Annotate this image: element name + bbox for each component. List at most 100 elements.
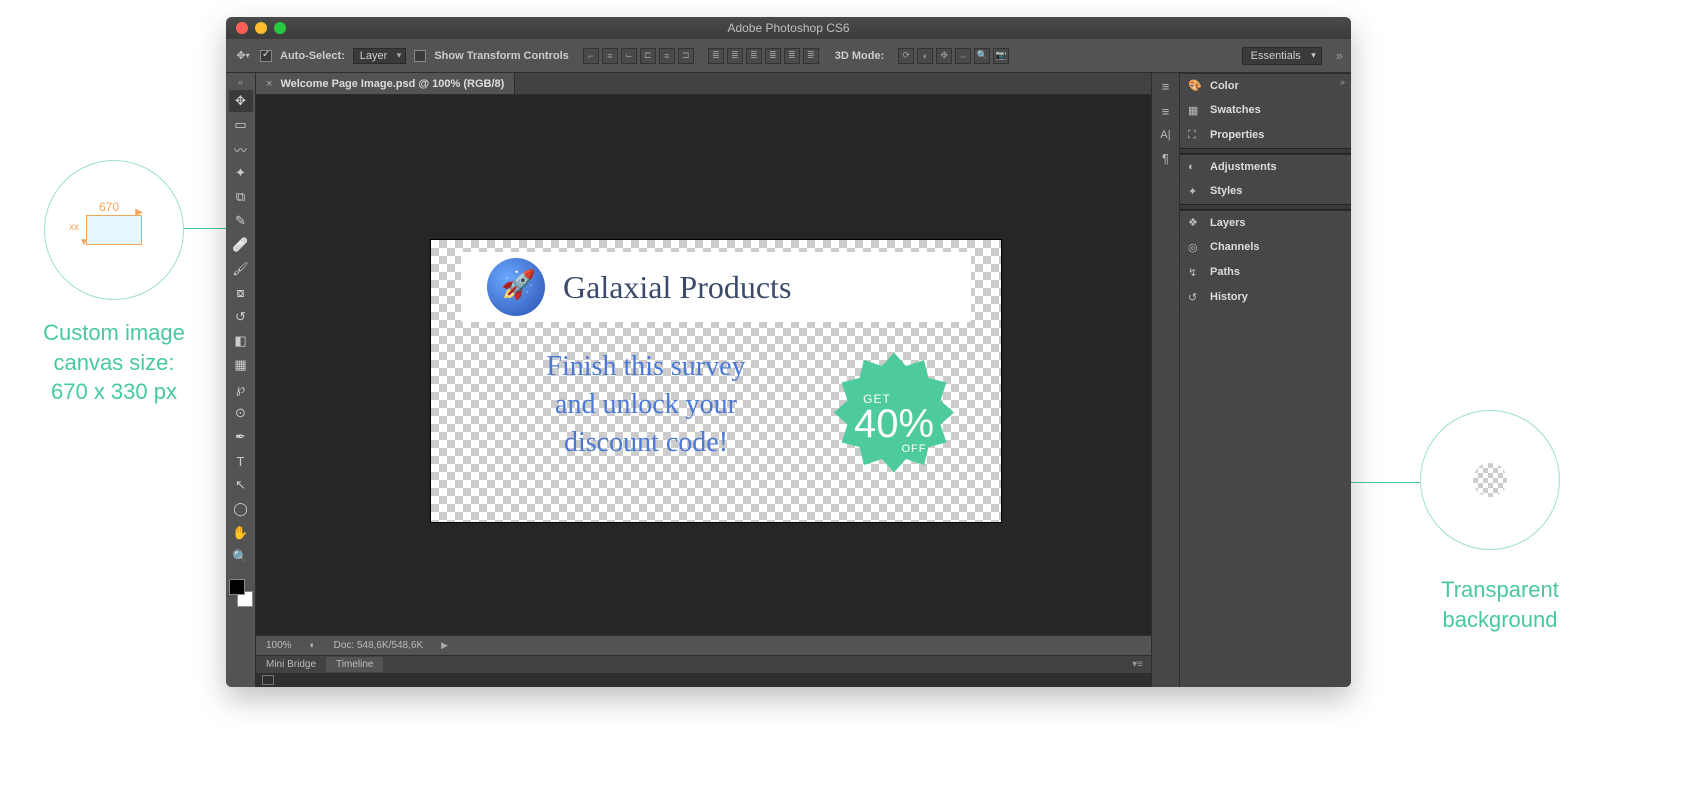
auto-select-target-dropdown[interactable]: Layer bbox=[353, 48, 407, 64]
panel-styles[interactable]: ✦ Styles bbox=[1180, 179, 1351, 204]
workspace-dropdown[interactable]: Essentials bbox=[1242, 47, 1322, 65]
move-tool[interactable]: ✥ bbox=[229, 90, 253, 112]
lasso-tool[interactable]: 〰 bbox=[229, 138, 253, 160]
options-bar: ✥▾ Auto-Select: Layer Show Transform Con… bbox=[226, 39, 1351, 73]
badge-off: OFF bbox=[902, 443, 927, 455]
exposure-icon[interactable]: ◐ bbox=[310, 640, 316, 651]
path-selection-tool[interactable]: ↖ bbox=[229, 474, 253, 496]
panel-channels[interactable]: ◎ Channels bbox=[1180, 235, 1351, 260]
mode3d-slide-icon[interactable]: ⇔ bbox=[955, 48, 971, 64]
panel-history[interactable]: ↺ History bbox=[1180, 285, 1351, 310]
tab-mini-bridge[interactable]: Mini Bridge bbox=[256, 657, 326, 672]
dist-left-icon[interactable]: ≣ bbox=[765, 48, 781, 64]
dist-hcenter-icon[interactable]: ≣ bbox=[784, 48, 800, 64]
align-top-icon[interactable]: ⌐ bbox=[583, 48, 599, 64]
clone-stamp-tool[interactable]: ⧇ bbox=[229, 282, 253, 304]
crop-tool[interactable]: ⧉ bbox=[229, 186, 253, 208]
align-hcenter-icon[interactable]: ≡ bbox=[659, 48, 675, 64]
mode3d-camera-icon[interactable]: 📷 bbox=[993, 48, 1009, 64]
annotation-circle-size: 670 xx ▶ ▼ bbox=[44, 160, 184, 300]
eyedropper-tool[interactable]: ✎ bbox=[229, 210, 253, 232]
dist-vcenter-icon[interactable]: ≣ bbox=[727, 48, 743, 64]
collapsed-panel-1-icon[interactable]: ≡ bbox=[1162, 79, 1170, 94]
align-left-icon[interactable]: ⊏ bbox=[640, 48, 656, 64]
show-transform-checkbox[interactable] bbox=[414, 50, 426, 62]
photoshop-window: Adobe Photoshop CS6 ✥▾ Auto-Select: Laye… bbox=[226, 17, 1351, 687]
mode3d-orbit-icon[interactable]: ⟳ bbox=[898, 48, 914, 64]
panel-color[interactable]: 🎨 Color bbox=[1180, 73, 1351, 98]
canvas-survey-text: Finish this survey and unlock your disco… bbox=[491, 348, 801, 461]
mode3d-pan-icon[interactable]: ✥ bbox=[936, 48, 952, 64]
auto-select-label: Auto-Select: bbox=[280, 50, 345, 62]
auto-select-checkbox[interactable] bbox=[260, 50, 272, 62]
panel-adjustments[interactable]: ◐ Adjustments bbox=[1180, 154, 1351, 179]
color-panel-icon: 🎨 bbox=[1188, 79, 1202, 92]
panel-layers[interactable]: ❖ Layers bbox=[1180, 210, 1351, 235]
collapse-panels-icon[interactable]: » bbox=[1336, 48, 1343, 63]
checker-swatch-icon bbox=[1473, 463, 1507, 497]
foreground-color-swatch[interactable] bbox=[229, 579, 245, 595]
panel-dock-collapse-icon[interactable]: » bbox=[1340, 77, 1345, 87]
align-bottom-icon[interactable]: ⌙ bbox=[621, 48, 637, 64]
move-tool-indicator-icon[interactable]: ✥▾ bbox=[234, 47, 252, 65]
align-vcenter-icon[interactable]: ≡ bbox=[602, 48, 618, 64]
marquee-tool[interactable]: ▭ bbox=[229, 114, 253, 136]
panel-swatches[interactable]: ▦ Swatches bbox=[1180, 98, 1351, 123]
doc-size-label[interactable]: Doc: 548,6K/548,6K bbox=[334, 640, 424, 651]
panel-paths[interactable]: ↯ Paths bbox=[1180, 260, 1351, 285]
pen-tool[interactable]: ✒ bbox=[229, 426, 253, 448]
panel-properties[interactable]: ⛶ Properties bbox=[1180, 123, 1351, 148]
eraser-tool[interactable]: ◧ bbox=[229, 330, 253, 352]
status-disclosure-icon[interactable]: ▶ bbox=[441, 640, 448, 651]
document-canvas[interactable]: Galaxial Products Finish this survey and… bbox=[431, 240, 1001, 522]
tab-timeline[interactable]: Timeline bbox=[326, 657, 383, 672]
distribute-buttons-group: ≣ ≣ ≣ ≣ ≣ ≣ bbox=[708, 48, 819, 64]
brush-tool[interactable]: 🖌 bbox=[229, 258, 253, 280]
screen-mode-icon[interactable] bbox=[262, 675, 274, 685]
collapsed-panel-char-icon[interactable]: A| bbox=[1160, 129, 1170, 141]
zoom-level[interactable]: 100% bbox=[266, 640, 292, 651]
dist-top-icon[interactable]: ≣ bbox=[708, 48, 724, 64]
dist-right-icon[interactable]: ≣ bbox=[803, 48, 819, 64]
canvas-brand-text: Galaxial Products bbox=[563, 269, 791, 306]
document-tab[interactable]: × Welcome Page Image.psd @ 100% (RGB/8) bbox=[256, 73, 515, 94]
mode3d-zoom-icon[interactable]: 🔍 bbox=[974, 48, 990, 64]
collapsed-panel-2-icon[interactable]: ≡ bbox=[1162, 104, 1170, 119]
bottom-panel-menu-icon[interactable]: ▾≡ bbox=[1132, 659, 1151, 670]
properties-panel-icon: ⛶ bbox=[1188, 129, 1202, 142]
window-controls bbox=[236, 22, 286, 34]
collapsed-panel-strip: ≡ ≡ A| ¶ bbox=[1152, 73, 1180, 687]
mode3d-roll-icon[interactable]: ◐ bbox=[917, 48, 933, 64]
foreground-background-colors[interactable] bbox=[229, 579, 253, 607]
close-window-button[interactable] bbox=[236, 22, 248, 34]
survey-line-2: and unlock your bbox=[491, 386, 801, 424]
mode3d-buttons-group: ⟳ ◐ ✥ ⇔ 🔍 📷 bbox=[898, 48, 1009, 64]
hand-tool[interactable]: ✋ bbox=[229, 522, 253, 544]
type-tool[interactable]: T bbox=[229, 450, 253, 472]
survey-line-1: Finish this survey bbox=[491, 348, 801, 386]
minimize-window-button[interactable] bbox=[255, 22, 267, 34]
dist-bottom-icon[interactable]: ≣ bbox=[746, 48, 762, 64]
survey-line-3: discount code! bbox=[491, 424, 801, 462]
swatches-panel-icon: ▦ bbox=[1188, 104, 1202, 117]
dodge-tool[interactable]: ⊙ bbox=[229, 402, 253, 424]
shape-tool[interactable]: ◯ bbox=[229, 498, 253, 520]
history-brush-tool[interactable]: ↺ bbox=[229, 306, 253, 328]
zoom-tool[interactable]: 🔍 bbox=[229, 546, 253, 568]
panel-adjustments-label: Adjustments bbox=[1210, 161, 1277, 173]
annotation-mini-width: 670 bbox=[99, 200, 119, 214]
blur-tool[interactable]: ℘ bbox=[229, 378, 253, 400]
canvas-viewport[interactable]: Galaxial Products Finish this survey and… bbox=[256, 95, 1151, 635]
zoom-window-button[interactable] bbox=[274, 22, 286, 34]
align-right-icon[interactable]: ⊐ bbox=[678, 48, 694, 64]
window-titlebar[interactable]: Adobe Photoshop CS6 bbox=[226, 17, 1351, 39]
panel-layers-label: Layers bbox=[1210, 217, 1245, 229]
toolbar-collapse-icon[interactable]: » bbox=[238, 77, 243, 87]
mode3d-label: 3D Mode: bbox=[835, 50, 885, 62]
document-tab-close-icon[interactable]: × bbox=[266, 78, 272, 90]
collapsed-panel-para-icon[interactable]: ¶ bbox=[1162, 151, 1169, 166]
rocket-logo-icon bbox=[487, 258, 545, 316]
healing-brush-tool[interactable]: 🩹 bbox=[229, 234, 253, 256]
magic-wand-tool[interactable]: ✦ bbox=[229, 162, 253, 184]
gradient-tool[interactable]: ▦ bbox=[229, 354, 253, 376]
